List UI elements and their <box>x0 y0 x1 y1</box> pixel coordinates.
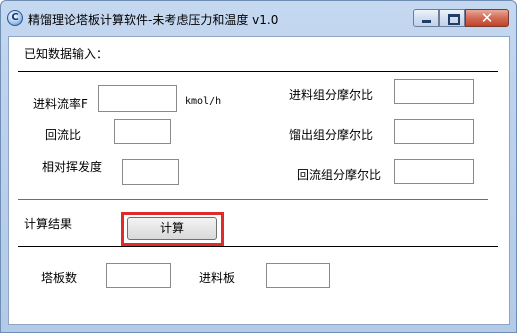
feed-flow-input[interactable] <box>98 85 177 112</box>
feed-mole-fraction-label: 进料组分摩尔比 <box>289 88 374 102</box>
input-section-header: 已知数据输入： <box>24 47 109 61</box>
close-icon: ✕ <box>480 9 494 27</box>
minimize-icon <box>422 20 431 23</box>
reflux-mole-fraction-label: 回流组分摩尔比 <box>297 168 382 182</box>
feed-plate-output[interactable] <box>266 263 330 288</box>
form-client-area: 已知数据输入： 进料流率F kmol/h 回流比 相对挥发度 进料组分摩尔比 馏… <box>8 36 510 325</box>
middle-divider <box>18 199 488 200</box>
feed-mole-fraction-input[interactable] <box>394 79 474 104</box>
distillate-mole-fraction-input[interactable] <box>394 119 474 144</box>
close-button[interactable]: ✕ <box>465 9 509 27</box>
result-section-header: 计算结果 <box>24 217 73 231</box>
app-window: C 精馏理论塔板计算软件-未考虑压力和温度 v1.0 ✕ 已知数据输入： 进料流… <box>0 0 517 333</box>
result-section-divider <box>18 246 498 247</box>
input-section-divider <box>18 71 498 72</box>
distillate-mole-fraction-label: 馏出组分摩尔比 <box>289 128 374 142</box>
maximize-button[interactable] <box>439 9 465 27</box>
calculate-button[interactable]: 计算 <box>127 217 217 240</box>
feed-flow-label: 进料流率F <box>33 97 88 111</box>
app-c-icon: C <box>7 10 23 26</box>
relative-volatility-label: 相对挥发度 <box>42 160 103 174</box>
relative-volatility-input[interactable] <box>122 159 179 185</box>
reflux-mole-fraction-input[interactable] <box>394 159 474 184</box>
reflux-ratio-input[interactable] <box>114 119 171 144</box>
maximize-icon <box>448 14 460 25</box>
window-title: 精馏理论塔板计算软件-未考虑压力和温度 v1.0 <box>28 13 279 27</box>
reflux-ratio-label: 回流比 <box>45 128 82 142</box>
feed-flow-unit: kmol/h <box>185 96 222 107</box>
plate-count-output[interactable] <box>106 263 171 288</box>
feed-plate-label: 进料板 <box>199 271 236 285</box>
plate-count-label: 塔板数 <box>41 271 78 285</box>
title-bar[interactable]: C 精馏理论塔板计算软件-未考虑压力和温度 v1.0 ✕ <box>1 1 516 37</box>
minimize-button[interactable] <box>413 9 439 27</box>
